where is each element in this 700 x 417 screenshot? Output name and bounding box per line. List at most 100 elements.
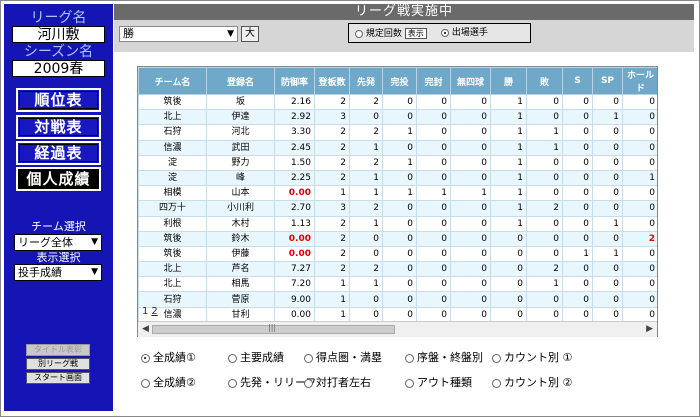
horizontal-scrollbar[interactable]: ◀ ||| ▶ [138,321,657,337]
column-header[interactable]: 登板数 [314,67,350,95]
table-row: 北上 芦名 7.27 2 2 0 0 0 0 2 0 0 0 [138,261,657,278]
league-value: 河川敷 [12,26,105,43]
stat-option[interactable]: 得点圏・満塁 [304,351,382,364]
table-cell: 石狩 [138,124,207,141]
page-link-2[interactable]: 2 [151,306,157,317]
column-header[interactable]: ホールド [622,67,657,95]
column-header[interactable]: 先発 [349,67,383,95]
radio-icon[interactable] [405,378,414,388]
table-cell: 北上 [138,261,207,278]
table-cell: 0 [450,93,491,111]
radio-icon[interactable] [141,353,150,363]
table-cell: 1 [592,245,623,263]
team-select-label: チーム選択 [31,220,86,233]
table-cell: 0 [450,200,491,217]
stat-option[interactable]: 全成績① [141,351,196,364]
sort-dropdown[interactable]: 勝 ▼ [119,26,238,42]
table-cell: 1 [622,169,657,187]
table-cell: 1 [526,139,563,156]
table-cell: 山本 [206,185,275,202]
table-cell: 0 [450,109,491,126]
table-cell: 0 [562,124,593,141]
table-cell: 2 [314,230,350,247]
table-cell: 2 [314,124,350,141]
table-cell: 淀 [138,154,207,171]
table-cell: 伊達 [206,109,275,126]
table-cell: 0 [562,291,593,308]
table-cell: 0 [416,139,451,156]
stat-option[interactable]: 対打者左右 [304,376,371,389]
column-header[interactable]: 登録名 [206,67,275,95]
nav-standings-button[interactable]: 順位表 [16,88,101,112]
stat-option[interactable]: カウント別 ② [492,376,572,389]
season-label: シーズン名 [23,44,94,60]
chevron-down-icon: ▼ [91,237,98,247]
column-header[interactable]: チーム名 [138,67,207,95]
column-header[interactable]: SP [592,67,623,95]
table-cell: 0 [526,291,563,308]
table-cell: 0 [526,154,563,171]
stat-option[interactable]: 全成績② [141,376,196,389]
radio-icon[interactable] [228,378,237,388]
regulation-radio[interactable] [355,29,363,38]
scroll-right-icon[interactable]: ▶ [646,324,653,334]
table-cell: 0 [416,230,451,247]
column-header[interactable]: 無四球 [450,67,491,95]
stat-option[interactable]: 主要成績 [228,351,284,364]
other-league-button[interactable]: 別リーグ戦 [26,358,90,370]
column-header[interactable]: 完封 [416,67,451,95]
column-header[interactable]: 完投 [382,67,417,95]
table-cell: 0 [450,139,491,156]
table-cell: 0 [490,245,527,263]
radio-icon[interactable] [304,378,313,388]
radio-icon[interactable] [405,353,414,363]
large-button[interactable]: 大 [241,26,259,42]
radio-icon[interactable] [492,353,501,363]
table-cell: 7.20 [274,276,315,293]
stat-option-label: カウント別 ② [504,376,573,389]
table-cell: 0 [562,215,593,232]
column-header[interactable]: 敗 [526,67,563,95]
display-select[interactable]: 投手成績 ▼ [14,264,102,281]
table-cell: 0 [622,200,657,217]
table-cell: 0 [526,93,563,111]
column-header[interactable]: 勝 [490,67,527,95]
radio-icon[interactable] [228,353,237,363]
table-cell: 2 [349,261,383,278]
radio-icon[interactable] [304,353,313,363]
table-cell: 石狩 [138,291,207,308]
radio-icon[interactable] [141,378,150,388]
scroll-thumb[interactable]: ||| [152,323,395,334]
table-cell: 河北 [206,124,275,141]
radio-icon[interactable] [492,378,501,388]
table-cell: 0 [382,93,417,111]
column-header[interactable]: 防御率 [274,67,315,95]
table-cell: 野力 [206,154,275,171]
table-cell: 1 [490,215,527,232]
nav-matchups-button[interactable]: 対戦表 [16,115,101,139]
table-cell: 0 [592,139,623,156]
table-cell: 1 [592,215,623,232]
stat-option[interactable]: カウント別 ① [492,351,572,364]
table-cell: 0 [416,93,451,111]
table-cell: 2.45 [274,139,315,156]
stat-option-label: 対打者左右 [316,376,371,389]
table-cell: 0 [562,154,593,171]
table-cell: 1 [562,245,593,263]
start-screen-button[interactable]: スタート画面 [26,372,90,384]
show-button[interactable]: 表示 [404,28,427,39]
table-cell: 2 [526,261,563,278]
table-cell: 0 [592,291,623,308]
stat-option[interactable]: アウト種類 [405,376,472,389]
title-awards-button[interactable]: タイトル表彰 [26,344,90,356]
played-radio[interactable] [441,28,449,37]
column-header[interactable]: S [562,67,593,95]
nav-progress-button[interactable]: 経過表 [16,141,101,165]
stat-option[interactable]: 序盤・終盤別 [405,351,483,364]
scroll-left-icon[interactable]: ◀ [142,324,149,334]
table-cell: 1 [382,154,417,171]
team-select[interactable]: リーグ全体 ▼ [14,234,102,251]
table-cell: 0 [349,230,383,247]
page-link-1[interactable]: 1 [142,306,148,317]
nav-individual-stats-button[interactable]: 個人成績 [16,167,101,191]
